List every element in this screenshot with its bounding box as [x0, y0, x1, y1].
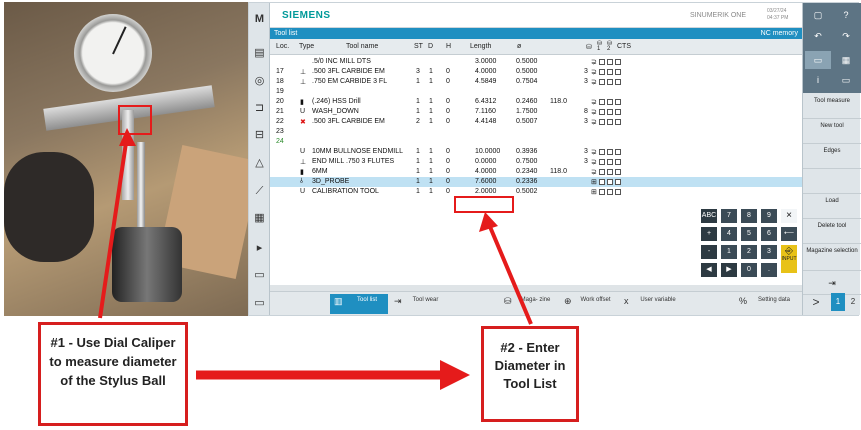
arrow-note2-up [486, 221, 533, 325]
arrow-photo-to-note1 [98, 135, 129, 319]
arrow-photo-head [119, 128, 136, 146]
arrow-note2-head [479, 212, 498, 232]
arrow-horizontal-head [440, 360, 470, 390]
annotation-arrows [98, 128, 533, 390]
